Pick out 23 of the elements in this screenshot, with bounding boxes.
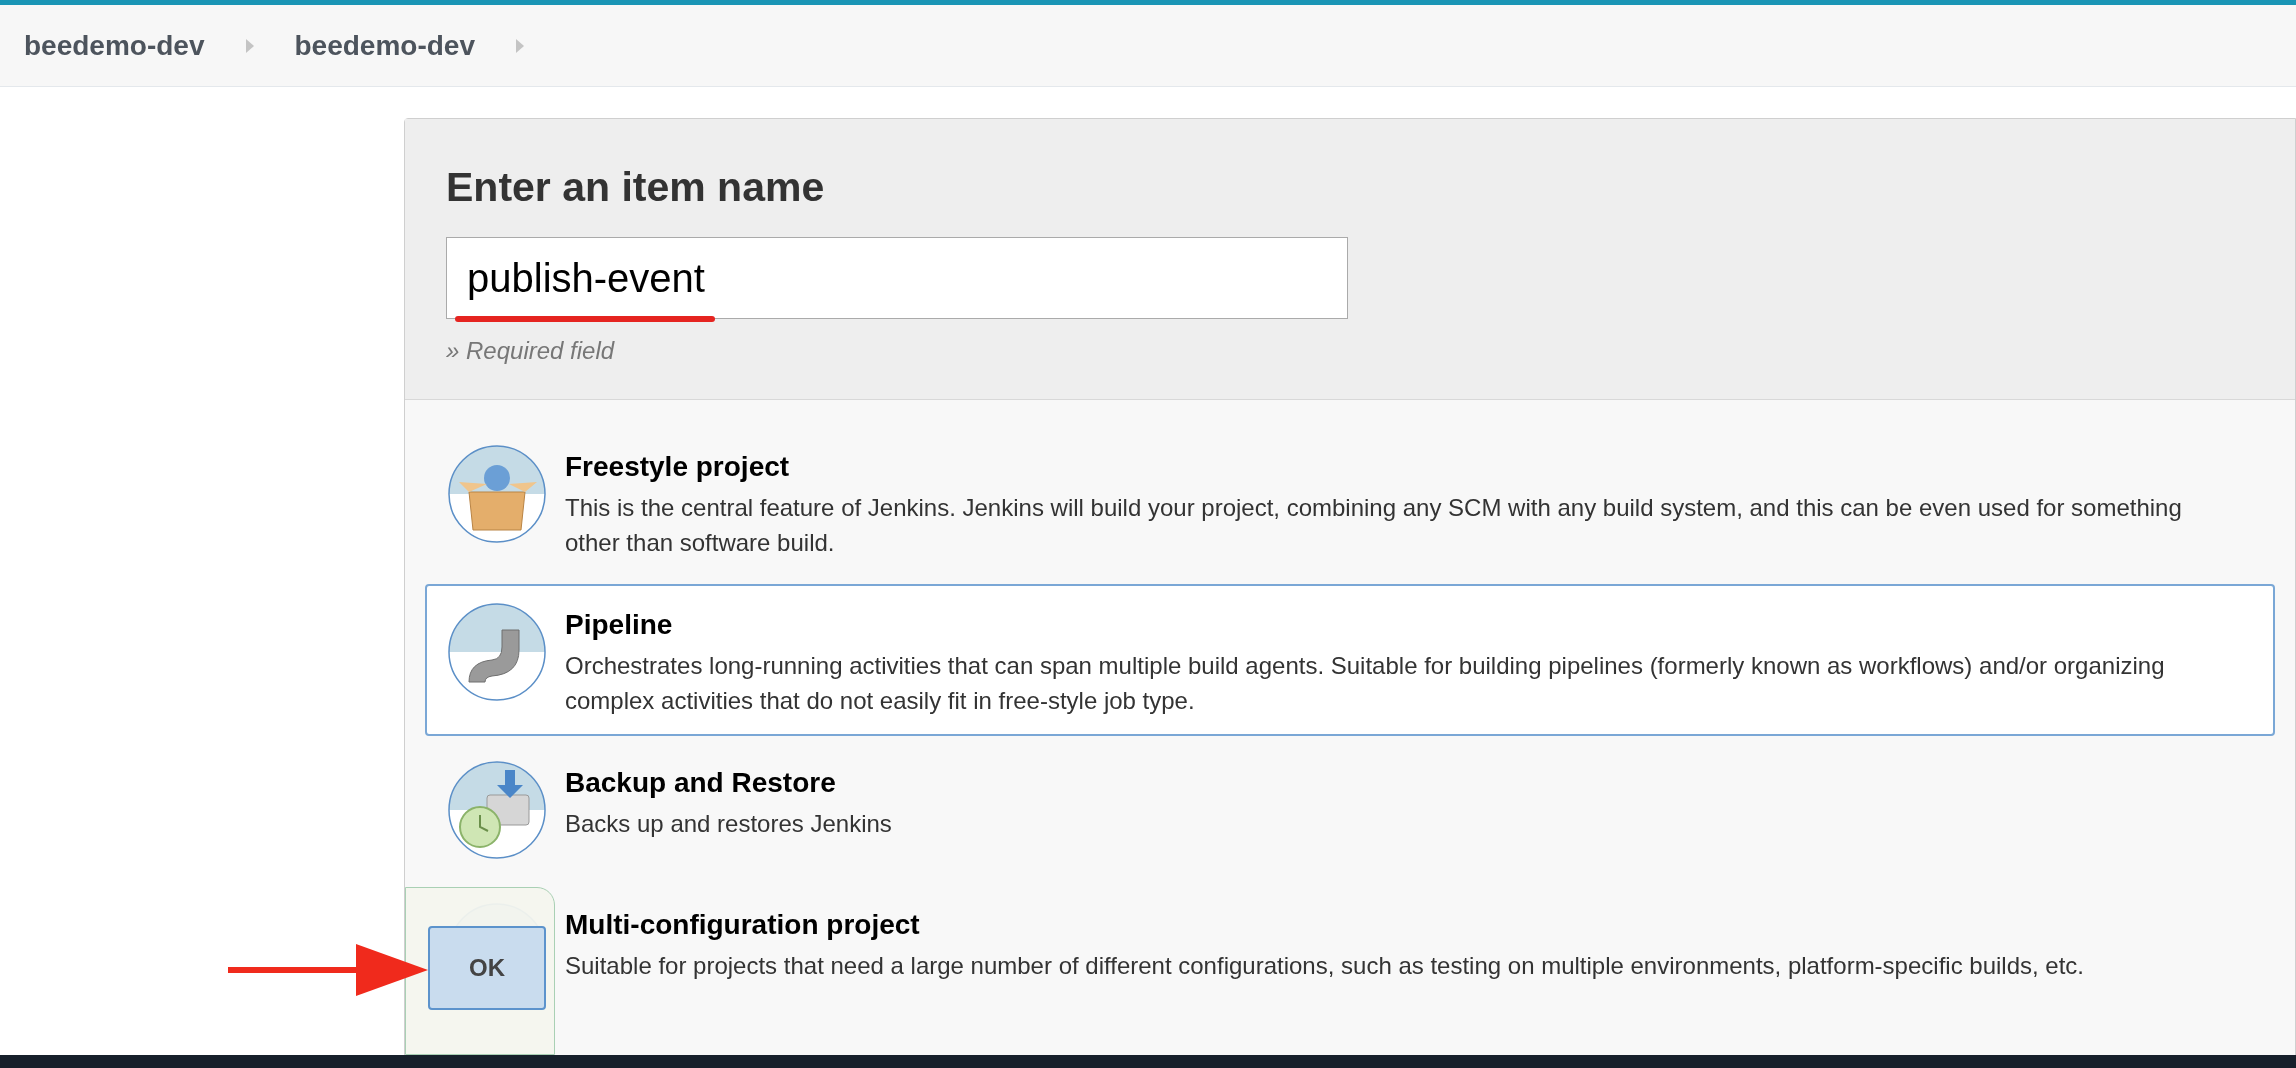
option-title: Multi-configuration project	[565, 907, 921, 942]
item-name-field[interactable]: publish-event	[446, 236, 1348, 319]
item-type-option[interactable]: Backup and Restore Backs up and restores Jenkins	[425, 741, 2275, 878]
item-type-option[interactable]	[425, 583, 2275, 736]
hint-text: » Required field	[446, 335, 616, 366]
breadcrumb-link[interactable]: beedemo-dev	[294, 24, 475, 67]
option-description: Orchestrates long-running activities that can span multiple build agents. Suitable for building pipelines (formerly known as workflows) and/or organizing complex activities that do not easily fit in free-style job type.	[565, 650, 2166, 716]
caret-icon	[244, 37, 255, 54]
breadcrumb-link[interactable]: beedemo-dev	[24, 24, 205, 67]
section-title: Enter an item name	[446, 163, 826, 212]
caret-icon	[515, 37, 525, 54]
item-type-option[interactable]: Freestyle project This is the central feature of Jenkins. Jenkins will build your project, combining any SCM with any build system, and this can be even used for something other than software build.	[425, 425, 2275, 578]
pipe-icon	[447, 601, 547, 702]
option-description: This is the central feature of Jenkins. Jenkins will build your project, combining any SCM with any build system, and this can be even used for something other than software build.	[565, 492, 2183, 558]
backup-icon	[447, 759, 547, 860]
ok-button[interactable]: OK	[428, 926, 546, 1010]
box-icon	[447, 443, 547, 544]
option-description: Backs up and restores Jenkins	[565, 808, 892, 839]
option-title: Freestyle project	[565, 449, 791, 484]
field-value: publish-event	[467, 255, 705, 300]
option-title: Pipeline	[565, 607, 674, 642]
option-title: Backup and Restore	[565, 765, 837, 800]
option-description: Suitable for projects that need a large number of different configurations, such as testing on multiple environments, platform-specific builds, etc.	[565, 950, 2085, 981]
